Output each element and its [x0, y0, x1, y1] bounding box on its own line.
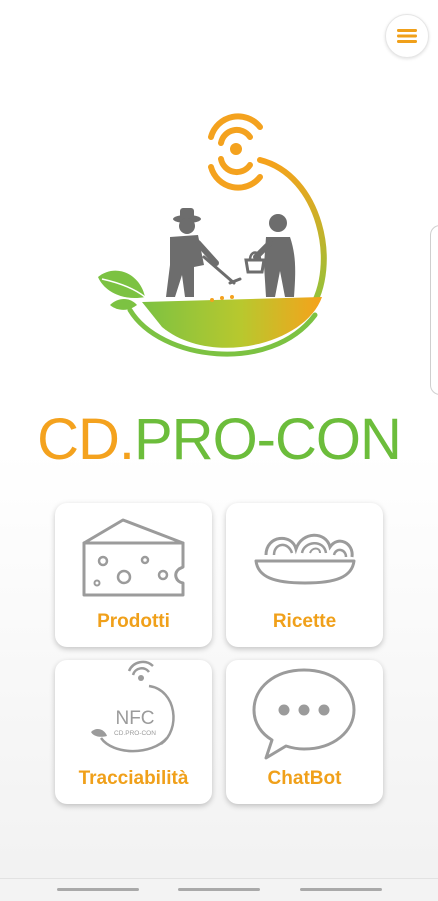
app-title: CD.PRO-CON	[0, 406, 438, 473]
app-title-part2: PRO-CON	[134, 407, 402, 472]
nav-back-handle[interactable]	[57, 888, 139, 891]
nfc-main-text: NFC	[115, 708, 154, 729]
nfc-sub-text: CD.PRO-CON	[114, 730, 156, 737]
cheese-icon	[82, 518, 185, 597]
nav-recents-handle[interactable]	[300, 888, 382, 891]
system-navigation-bar	[0, 878, 438, 901]
tile-label: Ricette	[272, 611, 337, 632]
nfc-logo-icon: NFC CD.PRO-CON	[91, 660, 175, 753]
chat-bubble-icon	[252, 668, 356, 760]
pasta-bowl-icon	[254, 533, 356, 585]
tile-ricette[interactable]: Ricette	[226, 503, 383, 647]
tile-label: Prodotti	[97, 611, 170, 632]
nav-home-handle[interactable]	[178, 888, 260, 891]
app-logo	[98, 113, 327, 357]
tile-chatbot[interactable]: ChatBot	[226, 660, 383, 804]
hamburger-menu-icon	[397, 29, 417, 43]
side-drawer-handle[interactable]	[430, 225, 438, 395]
menu-button[interactable]	[385, 14, 429, 58]
tile-prodotti[interactable]: Prodotti	[55, 503, 212, 647]
tile-label: ChatBot	[267, 768, 342, 789]
app-title-part1: CD.	[37, 407, 135, 472]
tile-label: Tracciabilità	[78, 768, 189, 789]
tile-tracciabilita[interactable]: NFC CD.PRO-CON Tracciabilità	[55, 660, 212, 804]
